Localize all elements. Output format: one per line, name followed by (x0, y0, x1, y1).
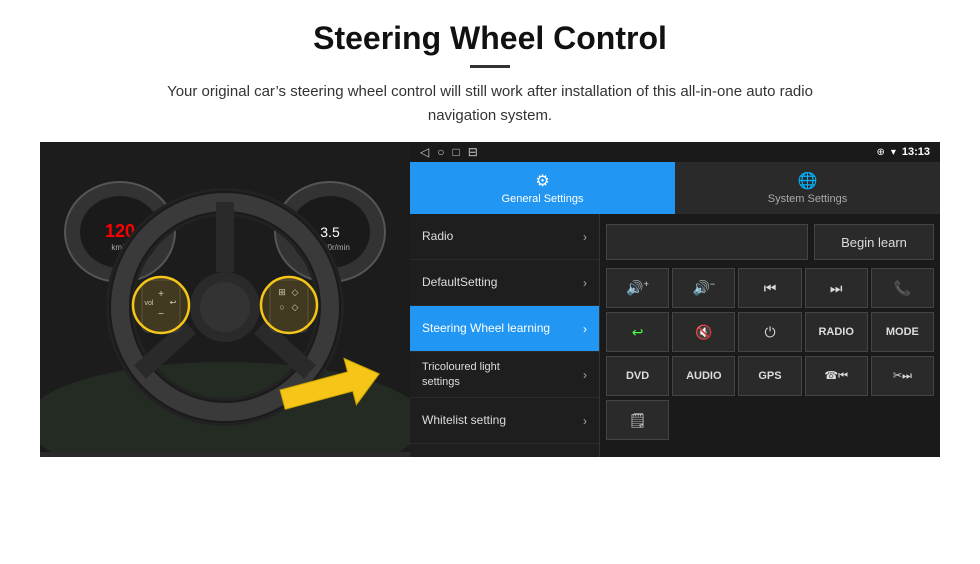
svg-text:3.5: 3.5 (320, 224, 340, 240)
menu-item-default-label: DefaultSetting (422, 275, 497, 291)
audio-button[interactable]: AUDIO (672, 356, 735, 396)
power-button[interactable]: ⏻ (738, 312, 801, 352)
menu-item-default-setting[interactable]: DefaultSetting › (410, 260, 599, 306)
control-grid-row4: 🗒 (606, 400, 934, 440)
menu-item-radio-label: Radio (422, 229, 453, 245)
radio-row: Begin learn (606, 220, 934, 264)
tab-general-label: General Settings (502, 193, 584, 205)
phone-icon: 📞 (894, 280, 911, 297)
home-icon[interactable]: ○ (437, 145, 444, 159)
menu-item-radio[interactable]: Radio › (410, 214, 599, 260)
menu-icon[interactable]: ⊟ (468, 145, 478, 159)
title-divider (470, 65, 510, 68)
next-icon: ⏭ (830, 280, 843, 297)
volume-down-button[interactable]: 🔊− (672, 268, 735, 308)
back-icon[interactable]: ◁ (420, 145, 429, 159)
system-settings-icon: 🌐 (798, 171, 818, 191)
mute-icon: 🔇 (695, 324, 712, 341)
menu-area: Radio › DefaultSetting › Steering Wheel … (410, 214, 940, 457)
volume-down-icon: 🔊− (692, 279, 715, 297)
begin-learn-button[interactable]: Begin learn (814, 224, 934, 260)
chevron-radio-icon: › (583, 230, 587, 244)
radio-input-box (606, 224, 808, 260)
chevron-steering-icon: › (583, 322, 587, 336)
car-photo: 120 km/h 3.5 x1000r/min (40, 142, 410, 457)
audio-label: AUDIO (686, 370, 721, 382)
status-bar: ◁ ○ □ ⊟ ⊕ ▾ 13:13 (410, 142, 940, 162)
header-section: Steering Wheel Control Your original car… (40, 20, 940, 128)
steering-wheel-svg: 120 km/h 3.5 x1000r/min (40, 142, 410, 452)
next-track-button[interactable]: ⏭ (805, 268, 868, 308)
volume-up-button[interactable]: 🔊+ (606, 268, 669, 308)
gps-button[interactable]: GPS (738, 356, 801, 396)
menu-item-tricoloured-label: Tricoloured lightsettings (422, 360, 500, 389)
mode-button[interactable]: MODE (871, 312, 934, 352)
menu-item-whitelist-label: Whitelist setting (422, 413, 506, 429)
volume-up-icon: 🔊+ (626, 279, 649, 297)
answer-call-button[interactable]: ↩ (606, 312, 669, 352)
chevron-tricoloured-icon: › (583, 368, 587, 382)
menu-item-steering-label: Steering Wheel learning (422, 321, 550, 337)
file-button[interactable]: 🗒 (606, 400, 669, 440)
menu-item-steering-wheel[interactable]: Steering Wheel learning › (410, 306, 599, 352)
answer-icon: ↩ (632, 324, 644, 341)
phone-button[interactable]: 📞 (871, 268, 934, 308)
button-panel: Begin learn 🔊+ 🔊− ⏮ (600, 214, 940, 457)
prev-icon: ⏮ (764, 280, 777, 297)
phone-prev-icon: ☎⏮ (824, 369, 848, 383)
page-title: Steering Wheel Control (40, 20, 940, 57)
tab-system-label: System Settings (768, 193, 847, 205)
signal-icon: ▾ (891, 147, 896, 158)
menu-item-whitelist[interactable]: Whitelist setting › (410, 398, 599, 444)
radio-button[interactable]: RADIO (805, 312, 868, 352)
prev-track-button[interactable]: ⏮ (738, 268, 801, 308)
subtitle: Your original car’s steering wheel contr… (140, 80, 840, 128)
menu-item-tricoloured[interactable]: Tricoloured lightsettings › (410, 352, 599, 398)
mute-button[interactable]: 🔇 (672, 312, 735, 352)
chevron-whitelist-icon: › (583, 414, 587, 428)
file-icon: 🗒 (629, 412, 647, 429)
status-bar-right: ⊕ ▾ 13:13 (876, 146, 930, 158)
location-icon: ⊕ (876, 147, 884, 158)
power-icon: ⏻ (764, 324, 775, 341)
skip-button[interactable]: ✂⏭ (871, 356, 934, 396)
control-grid-row2: ↩ 🔇 ⏻ RADIO MODE (606, 312, 934, 352)
content-area: 120 km/h 3.5 x1000r/min (40, 142, 940, 457)
car-image-section: 120 km/h 3.5 x1000r/min (40, 142, 410, 457)
dvd-button[interactable]: DVD (606, 356, 669, 396)
page-wrapper: Steering Wheel Control Your original car… (0, 0, 980, 467)
time-display: 13:13 (902, 146, 930, 158)
mode-label: MODE (886, 326, 919, 338)
menu-list: Radio › DefaultSetting › Steering Wheel … (410, 214, 600, 457)
tab-system-settings[interactable]: 🌐 System Settings (675, 162, 940, 214)
tab-general-settings[interactable]: ⚙ General Settings (410, 162, 675, 214)
gps-label: GPS (758, 370, 781, 382)
control-grid-row3: DVD AUDIO GPS ☎⏮ ✂⏭ (606, 356, 934, 396)
radio-label: RADIO (818, 326, 853, 338)
recents-icon[interactable]: □ (452, 145, 459, 159)
control-grid-row1: 🔊+ 🔊− ⏮ ⏭ 📞 (606, 268, 934, 308)
dvd-label: DVD (626, 370, 649, 382)
chevron-default-icon: › (583, 276, 587, 290)
android-ui: ◁ ○ □ ⊟ ⊕ ▾ 13:13 ⚙ General Settings (410, 142, 940, 457)
phone-prev-button[interactable]: ☎⏮ (805, 356, 868, 396)
settings-tabs: ⚙ General Settings 🌐 System Settings (410, 162, 940, 214)
general-settings-icon: ⚙ (535, 171, 549, 191)
status-bar-left: ◁ ○ □ ⊟ (420, 145, 478, 159)
skip-icon: ✂⏭ (893, 369, 912, 383)
